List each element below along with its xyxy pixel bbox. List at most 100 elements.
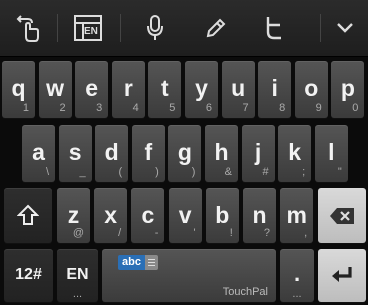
key-label: a bbox=[32, 139, 45, 165]
key-p[interactable]: p0 bbox=[331, 61, 365, 118]
key-h[interactable]: h & bbox=[205, 125, 238, 182]
key-y[interactable]: y6 bbox=[185, 61, 218, 118]
shift-arrow-icon bbox=[17, 204, 39, 225]
key-label: n bbox=[252, 202, 267, 228]
enter-arrow-icon bbox=[332, 267, 352, 282]
language-key-label: EN bbox=[66, 266, 89, 283]
key-secondary-label: 2 bbox=[59, 102, 66, 114]
key-label: z bbox=[67, 202, 80, 228]
key-label: k bbox=[288, 139, 302, 165]
twitter-button[interactable] bbox=[246, 0, 302, 56]
key-secondary-label: ; bbox=[302, 166, 306, 178]
period-key-label: . bbox=[293, 261, 301, 286]
language-key[interactable]: EN ... bbox=[57, 249, 98, 302]
key-u[interactable]: u7 bbox=[221, 61, 255, 118]
key-secondary-label: _ bbox=[79, 166, 86, 178]
key-secondary-label: # bbox=[262, 166, 269, 178]
key-f[interactable]: f) bbox=[131, 125, 165, 182]
gesture-button[interactable] bbox=[0, 0, 56, 56]
key-label: i bbox=[271, 75, 278, 101]
key-label: l bbox=[328, 139, 335, 165]
language-chip: abc bbox=[118, 255, 158, 270]
key-c[interactable]: c- bbox=[131, 188, 165, 243]
key-secondary-label: ' bbox=[193, 227, 196, 239]
language-key-hint: ... bbox=[72, 288, 83, 300]
key-secondary-label: 7 bbox=[242, 102, 249, 114]
voice-input-button[interactable] bbox=[127, 0, 183, 56]
key-secondary-label: / bbox=[118, 227, 122, 239]
key-z[interactable]: z @ bbox=[57, 188, 90, 243]
key-secondary-label: ( bbox=[118, 166, 123, 178]
key-secondary-label: 3 bbox=[96, 102, 103, 114]
key-b[interactable]: b! bbox=[205, 188, 239, 243]
key-d[interactable]: d( bbox=[95, 125, 129, 182]
key-secondary-label: 0 bbox=[352, 102, 359, 114]
key-g[interactable]: g) bbox=[168, 125, 202, 182]
collapse-toolbar-button[interactable] bbox=[321, 0, 368, 56]
key-label: b bbox=[215, 202, 230, 228]
symbols-key[interactable]: 12# bbox=[4, 249, 53, 302]
space-key[interactable]: abc TouchPal bbox=[102, 249, 276, 302]
key-secondary-label: & bbox=[224, 166, 232, 178]
backspace-key[interactable] bbox=[318, 188, 366, 243]
key-n[interactable]: n? bbox=[243, 188, 276, 243]
key-x[interactable]: x / bbox=[94, 188, 128, 243]
layout-badge: EN bbox=[84, 26, 98, 37]
key-label: o bbox=[304, 75, 319, 101]
keyboard-layout-button[interactable]: EN bbox=[58, 0, 118, 56]
key-secondary-label: ) bbox=[155, 166, 159, 178]
key-secondary-label: ) bbox=[191, 166, 196, 178]
key-label: c bbox=[141, 202, 155, 228]
divider bbox=[120, 14, 121, 42]
key-label: x bbox=[104, 202, 118, 228]
key-secondary-label: - bbox=[154, 227, 159, 239]
key-label: h bbox=[214, 139, 229, 165]
twitter-icon bbox=[266, 17, 281, 40]
key-secondary-label: @ bbox=[72, 227, 84, 239]
key-s[interactable]: s _ bbox=[58, 125, 92, 182]
keyboard: q1w2e3r4t5y6u7i8o9p0 a \ s _ d(f) g) h & j # k; l " … bbox=[0, 57, 368, 305]
key-v[interactable]: v ' bbox=[168, 188, 202, 243]
space-key-brand: TouchPal bbox=[222, 286, 268, 298]
handwriting-button[interactable] bbox=[188, 0, 244, 56]
key-label: q bbox=[11, 75, 26, 101]
key-k[interactable]: k; bbox=[278, 125, 312, 182]
symbols-key-label: 12# bbox=[15, 266, 42, 283]
suggestion-toolbar: EN bbox=[0, 0, 368, 57]
key-label: r bbox=[123, 75, 133, 101]
key-label: w bbox=[46, 75, 65, 101]
key-q[interactable]: q1 bbox=[2, 61, 35, 118]
key-j[interactable]: j # bbox=[241, 125, 275, 182]
key-i[interactable]: i8 bbox=[258, 61, 292, 118]
key-secondary-label: , bbox=[304, 227, 308, 239]
key-label: v bbox=[178, 202, 192, 228]
key-label: t bbox=[161, 75, 169, 101]
key-l[interactable]: l " bbox=[314, 125, 348, 182]
key-secondary-label: ? bbox=[263, 227, 270, 239]
pencil-icon bbox=[206, 18, 226, 38]
key-label: j bbox=[254, 139, 262, 165]
key-label: u bbox=[231, 75, 246, 101]
shift-key[interactable] bbox=[4, 188, 52, 243]
key-secondary-label: ! bbox=[229, 227, 233, 239]
key-secondary-label: 4 bbox=[132, 102, 139, 114]
language-chip-handle-icon bbox=[144, 255, 158, 270]
key-label: m bbox=[286, 202, 307, 228]
key-e[interactable]: e3 bbox=[75, 61, 109, 118]
key-label: y bbox=[195, 75, 208, 101]
period-key[interactable]: . ... bbox=[280, 249, 314, 302]
enter-key[interactable] bbox=[318, 249, 366, 302]
key-secondary-label: 8 bbox=[279, 102, 286, 114]
key-w[interactable]: w2 bbox=[38, 61, 72, 118]
key-secondary-label: 1 bbox=[22, 102, 29, 114]
key-m[interactable]: m, bbox=[280, 188, 314, 243]
key-r[interactable]: r4 bbox=[111, 61, 145, 118]
key-secondary-label: \ bbox=[45, 166, 49, 178]
key-t[interactable]: t5 bbox=[148, 61, 182, 118]
period-key-hint: ... bbox=[292, 288, 302, 300]
key-a[interactable]: a \ bbox=[22, 125, 55, 182]
key-secondary-label: " bbox=[337, 166, 342, 178]
key-secondary-label: 6 bbox=[205, 102, 212, 114]
language-chip-label: abc bbox=[118, 255, 145, 270]
key-o[interactable]: o9 bbox=[294, 61, 328, 118]
